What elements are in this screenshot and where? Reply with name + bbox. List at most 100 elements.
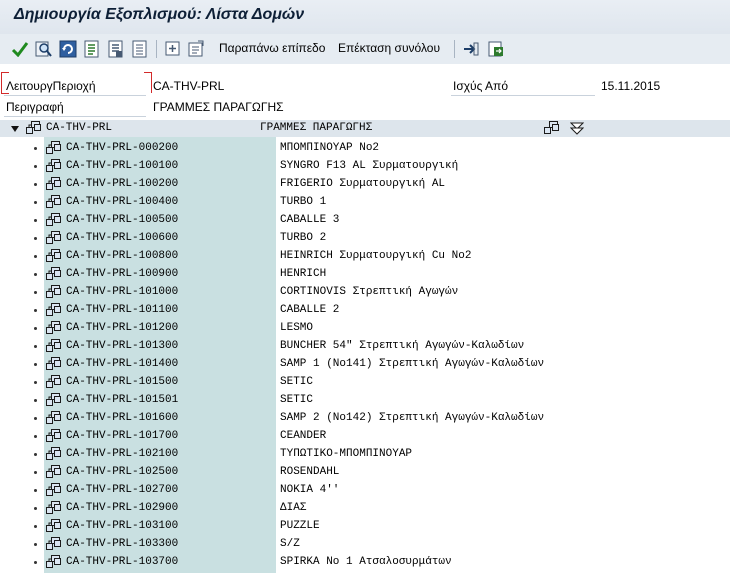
equipment-code[interactable]: CA-THV-PRL-102100 (66, 448, 178, 460)
label-underline (451, 95, 595, 96)
tree-row[interactable]: CA-THV-PRL-100400 TURBO 1 (0, 194, 730, 212)
bullet-icon (34, 183, 37, 186)
tree-row[interactable]: CA-THV-PRL-103300 S/Z (0, 536, 730, 554)
tree-row[interactable]: CA-THV-PRL-102500 ROSENDAHL (0, 464, 730, 482)
equipment-description: BUNCHER 54" Στρεπτική Αγωγών-Καλωδίων (280, 340, 525, 352)
equipment-code[interactable]: CA-THV-PRL-101300 (66, 340, 178, 352)
equipment-description: ΤΥΠΩΤΙΚΟ-ΜΠΟΜΠΙΝΟΥΑΡ (280, 448, 413, 460)
bullet-icon (34, 165, 37, 168)
tree-root-row[interactable]: CA-THV-PRL ΓΡΑΜΜΕΣ ΠΑΡΑΓΩΓΗΣ (0, 120, 730, 137)
equipment-description: LESMO (280, 322, 314, 334)
equipment-code[interactable]: CA-THV-PRL-103700 (66, 556, 178, 568)
tree-row[interactable]: CA-THV-PRL-101500 SETIC (0, 374, 730, 392)
bullet-icon (34, 417, 37, 420)
equipment-code[interactable]: CA-THV-PRL-100900 (66, 268, 178, 280)
bullet-icon (34, 201, 37, 204)
tree-row[interactable]: CA-THV-PRL-100800 HEINRICH Συρματουργική … (0, 248, 730, 266)
equipment-description: PUZZLE (280, 520, 320, 532)
check-icon[interactable] (10, 39, 30, 59)
equipment-code[interactable]: CA-THV-PRL-101200 (66, 322, 178, 334)
equipment-code[interactable]: CA-THV-PRL-101600 (66, 412, 178, 424)
hierarchy-icon[interactable] (544, 121, 560, 136)
tree-row[interactable]: CA-THV-PRL-000200 ΜΠΟΜΠΙΝΟΥΑΡ No2 (0, 140, 730, 158)
tree-row[interactable]: CA-THV-PRL-101600 SAMP 2 (No142) Στρεπτικ… (0, 410, 730, 428)
equipment-code[interactable]: CA-THV-PRL-101400 (66, 358, 178, 370)
equipment-code[interactable]: CA-THV-PRL-103300 (66, 538, 178, 550)
tree-row[interactable]: CA-THV-PRL-101400 SAMP 1 (No141) Στρεπτικ… (0, 356, 730, 374)
description-value[interactable]: ΓΡΑΜΜΕΣ ΠΑΡΑΓΩΓΗΣ (153, 100, 284, 114)
tree-row[interactable]: CA-THV-PRL-102900 ΔΙΑΣ (0, 500, 730, 518)
bullet-icon (34, 345, 37, 348)
equipment-code[interactable]: CA-THV-PRL-103100 (66, 520, 178, 532)
equipment-code[interactable]: CA-THV-PRL-100600 (66, 232, 178, 244)
description-label: Περιγραφή (6, 100, 64, 114)
tree-row[interactable]: CA-THV-PRL-103700 SPIRKA No 1 Ατσαλοσυρμά… (0, 554, 730, 572)
tree-row[interactable]: CA-THV-PRL-101200 LESMO (0, 320, 730, 338)
expand-all-button[interactable]: Επέκταση συνόλου (338, 41, 440, 55)
equipment-code[interactable]: CA-THV-PRL-101100 (66, 304, 178, 316)
equipment-description: FRIGERIO Συρματουργική AL (280, 178, 446, 190)
valid-from-value[interactable]: 15.11.2015 (601, 79, 660, 93)
label-underline (4, 95, 146, 96)
tree-row[interactable]: CA-THV-PRL-100600 TURBO 2 (0, 230, 730, 248)
tree-row[interactable]: CA-THV-PRL-101300 BUNCHER 54" Στρεπτική Α… (0, 338, 730, 356)
bullet-icon (34, 147, 37, 150)
equipment-code[interactable]: CA-THV-PRL-101501 (66, 394, 178, 406)
header-form: ΛειτουργΠεριοχή CA-THV-PRL Ισχύς Από 15.… (0, 64, 730, 120)
tree-row[interactable]: CA-THV-PRL-100200 FRIGERIO Συρματουργική … (0, 176, 730, 194)
equipment-code[interactable]: CA-THV-PRL-102900 (66, 502, 178, 514)
equipment-description: SAMP 1 (No141) Στρεπτική Αγωγών-Καλωδίων (280, 358, 545, 370)
application-toolbar: Παραπάνω επίπεδο Επέκταση συνόλου (0, 34, 730, 65)
notes-icon[interactable] (186, 39, 206, 59)
level-up-button[interactable]: Παραπάνω επίπεδο (219, 41, 325, 55)
bullet-icon (34, 435, 37, 438)
equipment-code[interactable]: CA-THV-PRL-101700 (66, 430, 178, 442)
document-icon[interactable] (82, 39, 102, 59)
tree-row[interactable]: CA-THV-PRL-101000 CORTINOVIS Στρεπτική Αγ… (0, 284, 730, 302)
equipment-description: SETIC (280, 394, 314, 406)
equipment-code[interactable]: CA-THV-PRL-000200 (66, 142, 178, 154)
tree-row[interactable]: CA-THV-PRL-101700 CEANDER (0, 428, 730, 446)
collapse-icon[interactable] (11, 126, 19, 132)
exit-icon[interactable] (461, 39, 481, 59)
bullet-icon (34, 399, 37, 402)
tree-row[interactable]: CA-THV-PRL-102100 ΤΥΠΩΤΙΚΟ-ΜΠΟΜΠΙΝΟΥΑΡ (0, 446, 730, 464)
equipment-code[interactable]: CA-THV-PRL-101000 (66, 286, 178, 298)
equipment-code[interactable]: CA-THV-PRL-100800 (66, 250, 178, 262)
required-marker (144, 72, 152, 93)
tree-row[interactable]: CA-THV-PRL-100500 CABALLE 3 (0, 212, 730, 230)
equipment-description: SAMP 2 (No142) Στρεπτική Αγωγών-Καλωδίων (280, 412, 545, 424)
bullet-icon (34, 363, 37, 366)
equipment-description: CORTINOVIS Στρεπτική Αγωγών (280, 286, 459, 298)
equipment-code[interactable]: CA-THV-PRL-100200 (66, 178, 178, 190)
equipment-code[interactable]: CA-THV-PRL-100500 (66, 214, 178, 226)
filter-icon[interactable] (570, 122, 584, 135)
equipment-code[interactable]: CA-THV-PRL-100100 (66, 160, 178, 172)
equipment-code[interactable]: CA-THV-PRL-101500 (66, 376, 178, 388)
bullet-icon (34, 561, 37, 564)
tree-row[interactable]: CA-THV-PRL-103100 PUZZLE (0, 518, 730, 536)
equipment-code[interactable]: CA-THV-PRL-102700 (66, 484, 178, 496)
equipment-code[interactable]: CA-THV-PRL-100400 (66, 196, 178, 208)
bullet-icon (34, 507, 37, 510)
document2-icon[interactable] (106, 39, 126, 59)
area-value[interactable]: CA-THV-PRL (153, 79, 224, 93)
tree-row[interactable]: CA-THV-PRL-100100 SYNGRO F13 AL Συρματουρ… (0, 158, 730, 176)
equipment-code[interactable]: CA-THV-PRL-102500 (66, 466, 178, 478)
tree-row[interactable]: CA-THV-PRL-101501 SETIC (0, 392, 730, 410)
label-underline (4, 116, 146, 117)
list-icon[interactable] (130, 39, 150, 59)
tree-row[interactable]: CA-THV-PRL-100900 HENRICH (0, 266, 730, 284)
hierarchy-icon (26, 121, 41, 134)
bullet-icon (34, 543, 37, 546)
tree-row[interactable]: CA-THV-PRL-101100 CABALLE 2 (0, 302, 730, 320)
refresh-icon[interactable] (58, 39, 78, 59)
bullet-icon (34, 273, 37, 276)
export-icon[interactable] (486, 39, 506, 59)
tree-row[interactable]: CA-THV-PRL-102700 NOKIA 4'' (0, 482, 730, 500)
bullet-icon (34, 291, 37, 294)
equipment-description: CABALLE 2 (280, 304, 340, 316)
area-label: ΛειτουργΠεριοχή (6, 79, 96, 93)
find-icon[interactable] (34, 39, 54, 59)
add-icon[interactable] (163, 39, 183, 59)
